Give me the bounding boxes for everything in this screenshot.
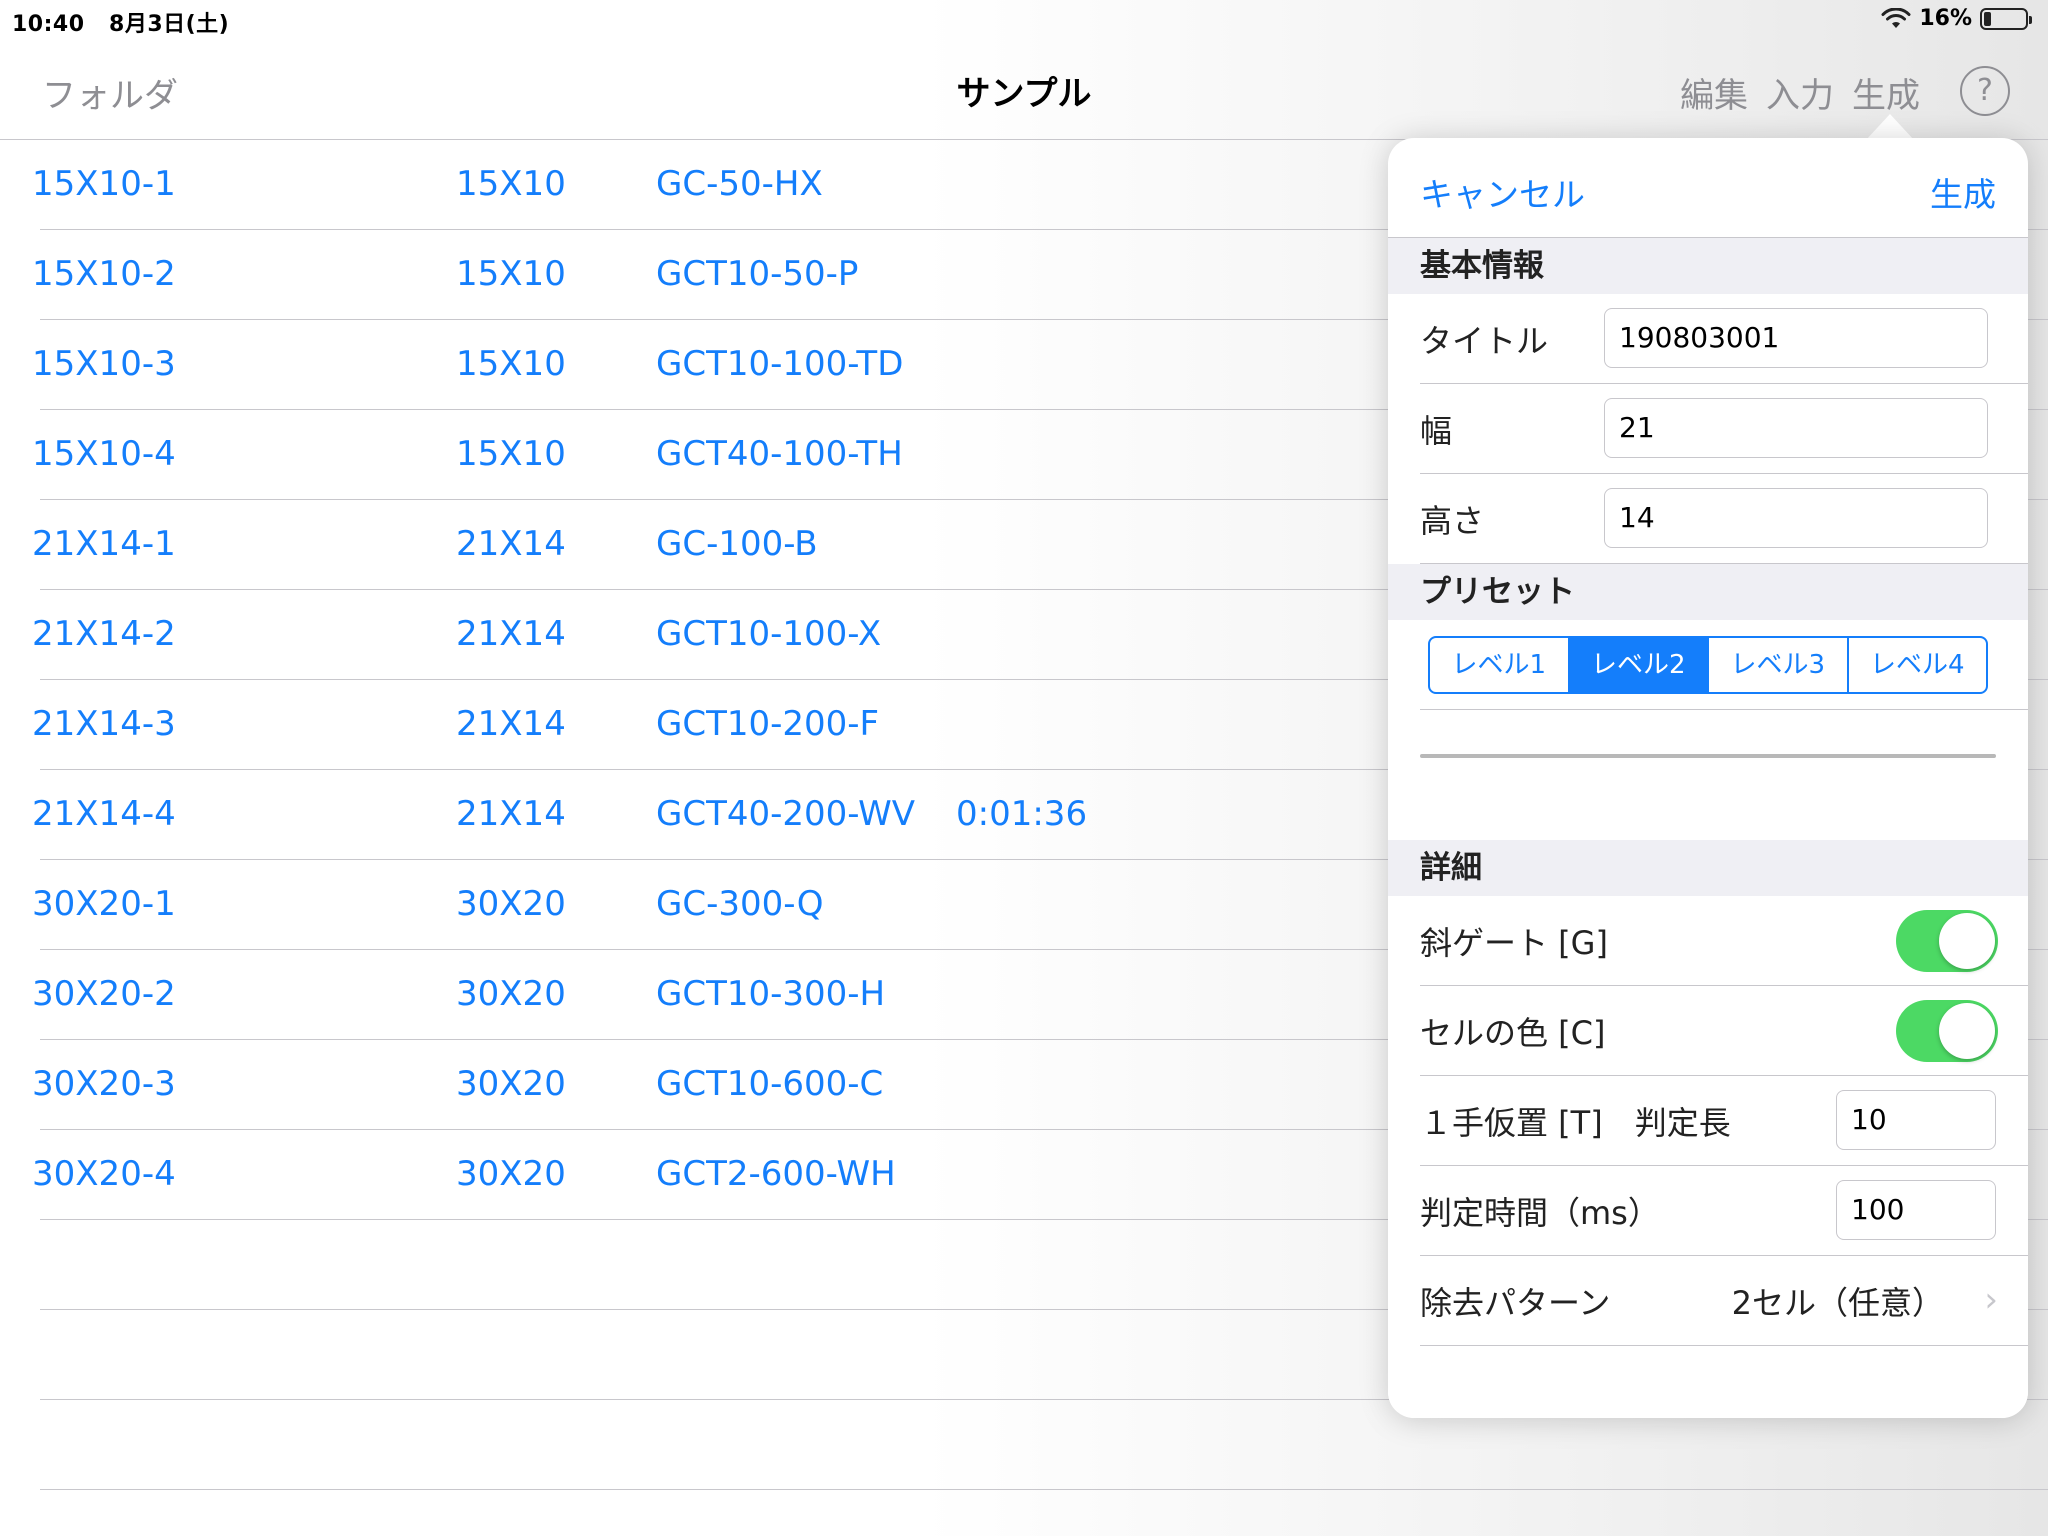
toggle-knob xyxy=(1939,1003,1995,1059)
item-code: GCT40-200-WV xyxy=(656,794,916,834)
judge-time-row: 判定時間（ms） 100 xyxy=(1388,1166,2028,1256)
width-label: 幅 xyxy=(1420,412,1453,450)
edit-button[interactable]: 編集 xyxy=(1680,68,1748,117)
item-size: 30X20 xyxy=(456,974,566,1014)
item-code: GCT40-100-TH xyxy=(656,434,903,474)
diagonal-gate-toggle[interactable] xyxy=(1896,910,1998,972)
item-code: GCT2-600-WH xyxy=(656,1154,896,1194)
item-name: 15X10-4 xyxy=(32,434,176,474)
chevron-right-icon: › xyxy=(1984,1280,1998,1320)
section-preset: プリセット xyxy=(1388,564,2028,620)
preset-level-2[interactable]: レベル2 xyxy=(1567,638,1707,692)
item-name: 21X14-3 xyxy=(32,704,176,744)
generate-button[interactable]: 生成 xyxy=(1852,68,1920,117)
section-basic-info: 基本情報 xyxy=(1388,238,2028,294)
item-size: 15X10 xyxy=(456,344,566,384)
tentative-length-field[interactable]: 10 xyxy=(1836,1090,1996,1150)
removal-pattern-value: 2セル（任意） xyxy=(1731,1284,1944,1322)
item-code: GCT10-100-X xyxy=(656,614,882,654)
item-name: 30X20-4 xyxy=(32,1154,176,1194)
item-name: 30X20-2 xyxy=(32,974,176,1014)
cell-color-label: セルの色 [C] xyxy=(1420,1014,1606,1052)
item-name: 15X10-1 xyxy=(32,164,176,204)
item-size: 30X20 xyxy=(456,1154,566,1194)
diagonal-gate-row: 斜ゲート [G] xyxy=(1388,896,2028,986)
folder-back-button[interactable]: フォルダ xyxy=(42,68,178,117)
item-name: 15X10-3 xyxy=(32,344,176,384)
judge-time-field[interactable]: 100 xyxy=(1836,1180,1996,1240)
item-name: 30X20-1 xyxy=(32,884,176,924)
judge-time-label: 判定時間（ms） xyxy=(1420,1194,1660,1232)
battery-percent: 16% xyxy=(1919,6,1972,31)
popover-header: キャンセル 生成 xyxy=(1388,138,2028,238)
cancel-button[interactable]: キャンセル xyxy=(1420,168,1585,216)
height-label: 高さ xyxy=(1420,502,1485,540)
item-size: 15X10 xyxy=(456,164,566,204)
preset-row: レベル1 レベル2 レベル3 レベル4 xyxy=(1388,620,2028,710)
item-code: GCT10-200-F xyxy=(656,704,880,744)
empty-row xyxy=(1388,1346,2028,1418)
preset-slider-row xyxy=(1388,710,2028,800)
item-time: 0:01:36 xyxy=(956,794,1088,834)
preset-level-1[interactable]: レベル1 xyxy=(1430,638,1568,692)
cell-color-toggle[interactable] xyxy=(1896,1000,1998,1062)
item-code: GC-100-B xyxy=(656,524,818,564)
tentative-row: １手仮置 [T] 判定長 10 xyxy=(1388,1076,2028,1166)
item-code: GCT10-100-TD xyxy=(656,344,904,384)
height-row: 高さ 14 xyxy=(1388,474,2028,564)
popover-generate-button[interactable]: 生成 xyxy=(1930,168,1996,216)
generate-popover: キャンセル 生成 基本情報 タイトル 190803001 幅 21 高さ 14 … xyxy=(1388,138,2028,1418)
popover-arrow xyxy=(1866,114,1914,140)
width-row: 幅 21 xyxy=(1388,384,2028,474)
item-size: 21X14 xyxy=(456,704,566,744)
item-size: 15X10 xyxy=(456,254,566,294)
item-size: 21X14 xyxy=(456,524,566,564)
diagonal-gate-label: 斜ゲート [G] xyxy=(1420,924,1608,962)
item-name: 30X20-3 xyxy=(32,1064,176,1104)
wifi-icon xyxy=(1881,7,1911,28)
help-icon[interactable]: ? xyxy=(1960,66,2010,116)
item-name: 15X10-2 xyxy=(32,254,176,294)
item-size: 21X14 xyxy=(456,614,566,654)
preset-level-3[interactable]: レベル3 xyxy=(1707,638,1847,692)
title-row: タイトル 190803001 xyxy=(1388,294,2028,384)
item-size: 15X10 xyxy=(456,434,566,474)
item-code: GC-50-HX xyxy=(656,164,823,204)
preset-slider[interactable] xyxy=(1420,754,1996,758)
status-clock: 10:40 xyxy=(12,12,85,37)
item-name: 21X14-1 xyxy=(32,524,176,564)
removal-pattern-label: 除去パターン xyxy=(1420,1284,1611,1322)
removal-pattern-row[interactable]: 除去パターン 2セル（任意） › xyxy=(1388,1256,2028,1346)
preset-segmented-control: レベル1 レベル2 レベル3 レベル4 xyxy=(1428,636,1988,694)
width-field[interactable]: 21 xyxy=(1604,398,1988,458)
status-bar: 10:40 8月3日(土) 16% xyxy=(0,0,2048,40)
status-time: 10:40 8月3日(土) xyxy=(12,6,229,38)
item-size: 21X14 xyxy=(456,794,566,834)
tentative-label: １手仮置 [T] 判定長 xyxy=(1420,1104,1731,1142)
item-name: 21X14-2 xyxy=(32,614,176,654)
navigation-bar: フォルダ サンプル 編集 入力 生成 ? xyxy=(0,40,2048,140)
cell-color-row: セルの色 [C] xyxy=(1388,986,2028,1076)
item-code: GCT10-50-P xyxy=(656,254,859,294)
status-indicators: 16% xyxy=(1881,6,2032,31)
title-label: タイトル xyxy=(1420,322,1549,360)
section-details: 詳細 xyxy=(1388,840,2028,896)
item-code: GC-300-Q xyxy=(656,884,824,924)
item-name: 21X14-4 xyxy=(32,794,176,834)
item-code: GCT10-600-C xyxy=(656,1064,884,1104)
toggle-knob xyxy=(1939,913,1995,969)
item-size: 30X20 xyxy=(456,884,566,924)
battery-level xyxy=(1984,11,1992,26)
preset-level-4[interactable]: レベル4 xyxy=(1846,638,1987,692)
item-size: 30X20 xyxy=(456,1064,566,1104)
input-button[interactable]: 入力 xyxy=(1766,68,1834,117)
item-code: GCT10-300-H xyxy=(656,974,886,1014)
height-field[interactable]: 14 xyxy=(1604,488,1988,548)
title-field[interactable]: 190803001 xyxy=(1604,308,1988,368)
battery-icon xyxy=(1980,7,2032,30)
status-date: 8月3日(土) xyxy=(109,12,230,37)
